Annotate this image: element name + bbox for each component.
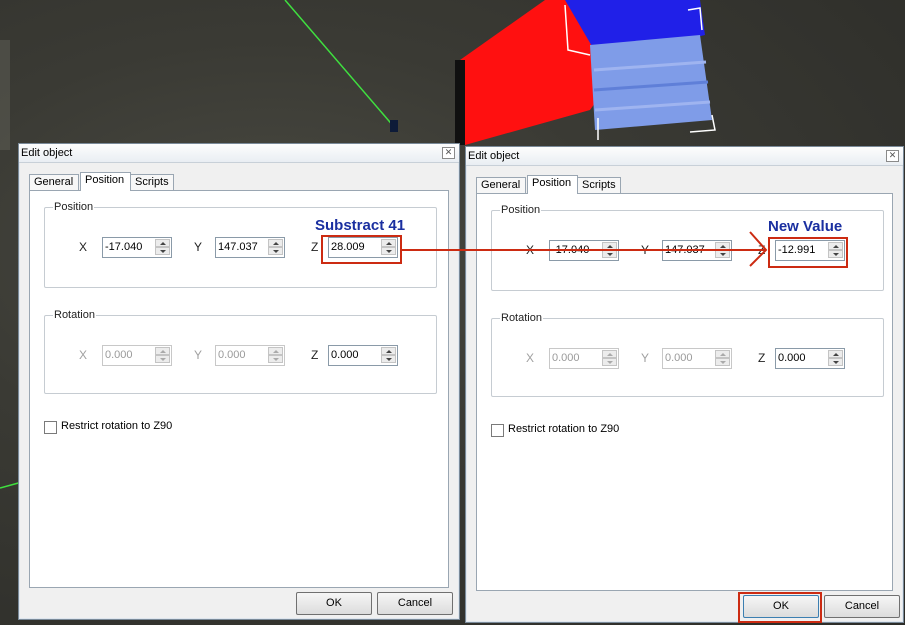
tab-scripts[interactable]: Scripts (577, 177, 621, 193)
close-button[interactable]: ✕ (886, 150, 899, 162)
rot-y-down-icon (715, 358, 730, 366)
pos-x-up-icon[interactable] (155, 239, 170, 247)
rot-y-input (664, 350, 712, 365)
pos-x-spinbox (549, 240, 619, 261)
rot-x-up-icon (155, 347, 170, 355)
tab-position[interactable]: Position (80, 172, 131, 191)
cancel-button[interactable]: Cancel (824, 595, 900, 618)
pos-x-down-icon[interactable] (602, 250, 617, 258)
rot-z-up-icon[interactable] (828, 350, 843, 358)
rot-z-up-icon[interactable] (381, 347, 396, 355)
rot-y-label: Y (641, 351, 650, 365)
rot-y-label: Y (194, 348, 203, 362)
rot-x-input (551, 350, 599, 365)
rotation-group: Rotation X Y Z (44, 309, 437, 394)
restrict-rotation-label: Restrict rotation to Z90 (508, 423, 620, 435)
rot-z-label: Z (311, 348, 319, 362)
green-guide-line (284, 0, 396, 129)
rot-y-up-icon (715, 350, 730, 358)
tab-position[interactable]: Position (527, 175, 578, 194)
highlight-ok-button (738, 592, 822, 623)
pos-x-label: X (526, 243, 535, 257)
rot-z-input[interactable] (777, 350, 825, 365)
rotation-group-label: Rotation (500, 312, 543, 324)
rotation-group: Rotation X Y Z (491, 312, 884, 397)
rot-z-spinbox (328, 345, 398, 366)
pos-y-label: Y (194, 240, 203, 254)
dialog-title: Edit object (468, 150, 520, 162)
highlight-right-z (768, 237, 848, 268)
pos-x-input[interactable] (551, 242, 599, 257)
pos-x-down-icon[interactable] (155, 247, 170, 255)
rot-x-label: X (79, 348, 88, 362)
restrict-rotation-label: Restrict rotation to Z90 (61, 420, 173, 432)
pos-y-spinbox (662, 240, 732, 261)
rot-z-label: Z (758, 351, 766, 365)
pos-z-label: Z (311, 240, 319, 254)
pos-y-down-icon[interactable] (715, 250, 730, 258)
position-group-label: Position (53, 201, 95, 213)
annotation-substract: Substract 41 (315, 217, 406, 234)
position-group-label: Position (500, 204, 542, 216)
highlight-left-z (321, 235, 402, 264)
pos-y-up-icon[interactable] (268, 239, 283, 247)
rot-x-spinbox (549, 348, 619, 369)
rot-x-spinbox (102, 345, 172, 366)
rot-x-up-icon (602, 350, 617, 358)
rot-y-up-icon (268, 347, 283, 355)
rot-x-down-icon (155, 355, 170, 363)
rot-z-input[interactable] (330, 347, 378, 362)
title-bar[interactable]: Edit object ✕ (466, 147, 903, 166)
tab-general[interactable]: General (476, 177, 526, 193)
title-bar[interactable]: Edit object ✕ (19, 144, 459, 163)
rot-y-spinbox (215, 345, 285, 366)
ok-button[interactable]: OK (296, 592, 372, 615)
pos-y-down-icon[interactable] (268, 247, 283, 255)
rot-z-spinbox (775, 348, 845, 369)
pos-z-label: Z (758, 243, 766, 257)
close-icon: ✕ (444, 147, 453, 157)
pos-y-spinbox (215, 237, 285, 258)
rot-x-input (104, 347, 152, 362)
close-icon: ✕ (888, 150, 897, 160)
edit-object-dialog-left: Edit object ✕ General Position Scripts P… (18, 143, 460, 620)
close-button[interactable]: ✕ (442, 147, 455, 159)
rot-z-down-icon[interactable] (381, 355, 396, 363)
pos-y-input[interactable] (664, 242, 712, 257)
pos-x-label: X (79, 240, 88, 254)
rot-z-down-icon[interactable] (828, 358, 843, 366)
restrict-rotation-checkbox[interactable] (491, 424, 504, 437)
dialog-title: Edit object (21, 147, 73, 159)
rot-x-down-icon (602, 358, 617, 366)
pos-x-spinbox (102, 237, 172, 258)
rot-x-label: X (526, 351, 535, 365)
tab-scripts[interactable]: Scripts (130, 174, 174, 190)
rotation-group-label: Rotation (53, 309, 96, 321)
rot-y-down-icon (268, 355, 283, 363)
pos-y-up-icon[interactable] (715, 242, 730, 250)
tab-general[interactable]: General (29, 174, 79, 190)
rot-y-input (217, 347, 265, 362)
pos-x-input[interactable] (104, 239, 152, 254)
cancel-button[interactable]: Cancel (377, 592, 453, 615)
annotation-new-value: New Value (768, 218, 843, 235)
pos-y-input[interactable] (217, 239, 265, 254)
pos-x-up-icon[interactable] (602, 242, 617, 250)
pos-y-label: Y (641, 243, 650, 257)
restrict-rotation-checkbox[interactable] (44, 421, 57, 434)
rot-y-spinbox (662, 348, 732, 369)
